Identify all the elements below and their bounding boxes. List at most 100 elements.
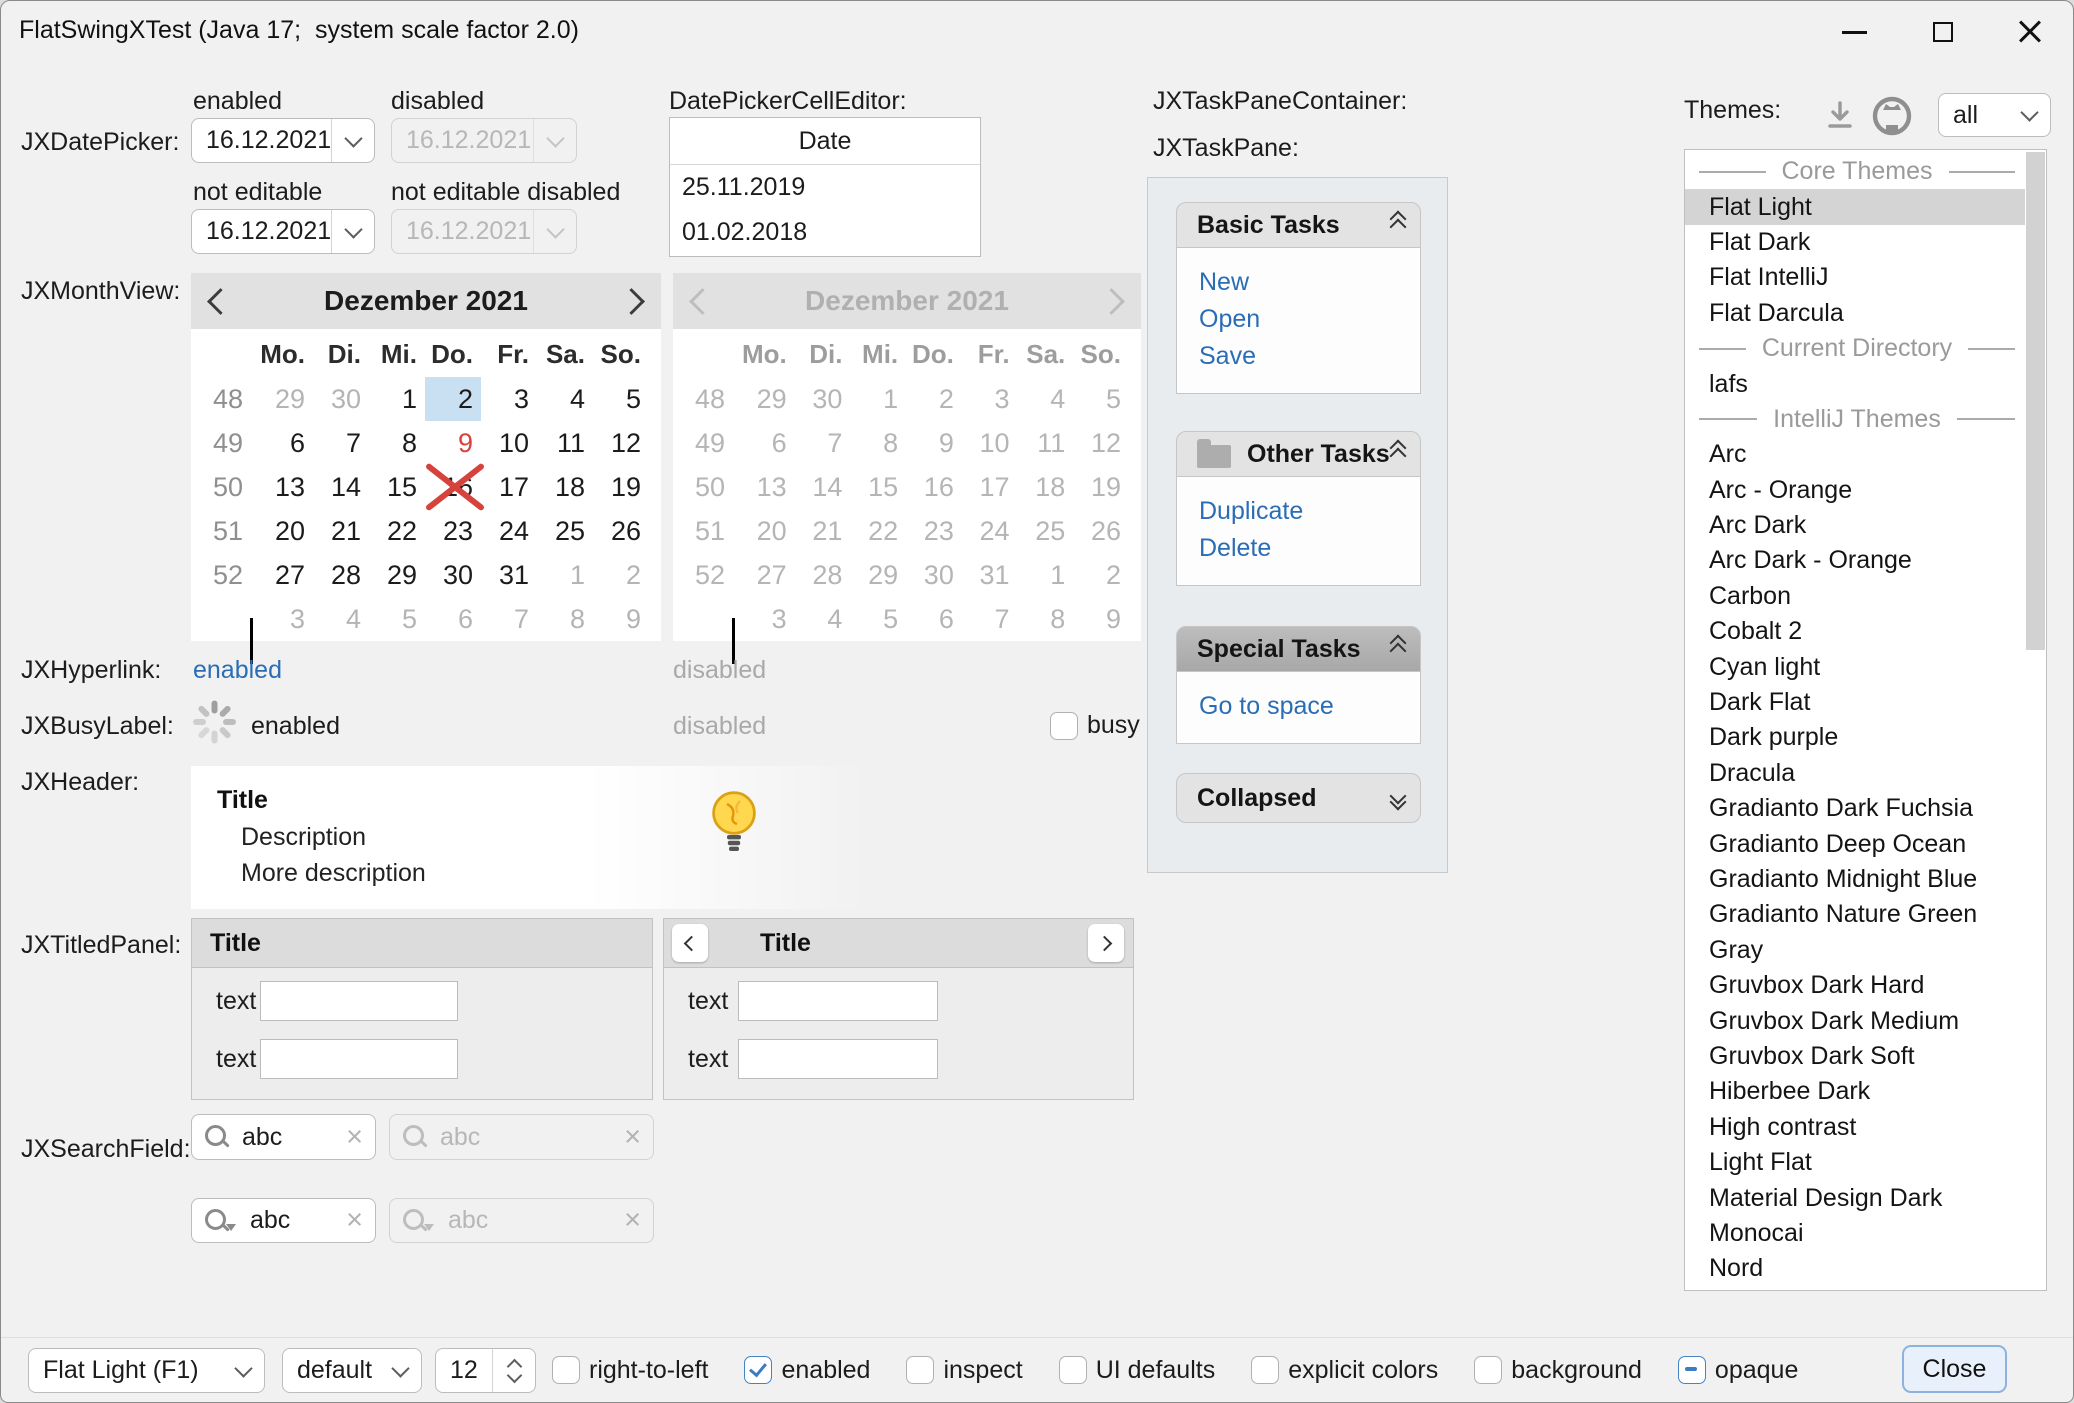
font-combo[interactable]: default <box>282 1348 422 1393</box>
checkbox-right-to-left[interactable]: right-to-left <box>552 1356 708 1385</box>
dropdown-button[interactable] <box>331 119 374 162</box>
text-input[interactable] <box>260 1039 458 1079</box>
theme-item[interactable]: Nord <box>1685 1251 2025 1286</box>
theme-item[interactable]: Gradianto Dark Fuchsia <box>1685 791 2025 826</box>
theme-item[interactable]: Arc Dark - Orange <box>1685 543 2025 578</box>
datepicker-cell-editor-table[interactable]: Date 25.11.2019 01.02.2018 <box>669 117 981 257</box>
laf-combo[interactable]: Flat Light (F1) <box>28 1348 265 1393</box>
day-cell[interactable]: 30 <box>313 377 369 421</box>
themes-filter-combo[interactable]: all <box>1938 93 2051 137</box>
search-field-menu-enabled[interactable]: abc × <box>191 1198 376 1243</box>
day-cell[interactable]: 23 <box>425 509 481 553</box>
theme-item[interactable]: Material Design Dark <box>1685 1180 2025 1215</box>
next-month-icon[interactable] <box>618 288 645 315</box>
theme-item[interactable]: Gradianto Nature Green <box>1685 897 2025 932</box>
theme-item[interactable]: Flat Dark <box>1685 225 2025 260</box>
day-cell[interactable]: 7 <box>313 421 369 465</box>
day-cell[interactable]: 27 <box>257 553 313 597</box>
checkbox-enabled[interactable]: enabled <box>744 1356 870 1385</box>
day-cell[interactable]: 29 <box>257 377 313 421</box>
task-link[interactable]: Duplicate <box>1199 493 1420 530</box>
checkbox-box[interactable] <box>1474 1356 1502 1384</box>
day-cell[interactable]: 22 <box>369 509 425 553</box>
download-icon[interactable] <box>1821 97 1859 135</box>
theme-item[interactable]: High contrast <box>1685 1110 2025 1145</box>
next-button[interactable] <box>1088 924 1124 962</box>
theme-item[interactable]: Gruvbox Dark Medium <box>1685 1003 2025 1038</box>
close-button[interactable]: Close <box>1902 1345 2007 1393</box>
checkbox-box[interactable] <box>1050 712 1078 740</box>
day-cell[interactable]: 20 <box>257 509 313 553</box>
dropdown-button[interactable] <box>331 210 374 253</box>
text-input[interactable] <box>738 1039 938 1079</box>
theme-item[interactable]: Dark purple <box>1685 720 2025 755</box>
task-link[interactable]: Go to space <box>1199 688 1420 725</box>
theme-item[interactable]: Arc Dark <box>1685 508 2025 543</box>
collapse-chevron-icon[interactable] <box>1392 792 1404 804</box>
day-cell[interactable]: 9 <box>593 597 649 641</box>
day-cell[interactable]: 28 <box>313 553 369 597</box>
day-cell[interactable]: 17 <box>481 465 537 509</box>
day-cell[interactable]: 8 <box>369 421 425 465</box>
theme-item[interactable]: Gruvbox Dark Soft <box>1685 1039 2025 1074</box>
theme-item[interactable]: lafs <box>1685 366 2025 401</box>
maximize-button[interactable] <box>1912 9 1974 55</box>
day-cell[interactable]: 1 <box>537 553 593 597</box>
theme-item[interactable]: Flat Darcula <box>1685 296 2025 331</box>
task-link[interactable]: New <box>1199 264 1420 301</box>
table-row[interactable]: 01.02.2018 <box>670 210 980 255</box>
day-cell[interactable]: 13 <box>257 465 313 509</box>
theme-item[interactable]: Light Flat <box>1685 1145 2025 1180</box>
theme-item[interactable]: Arc <box>1685 437 2025 472</box>
day-cell[interactable]: 3 <box>481 377 537 421</box>
theme-item[interactable]: Hiberbee Dark <box>1685 1074 2025 1109</box>
day-cell[interactable]: 26 <box>593 509 649 553</box>
font-size-spinner[interactable]: 12 <box>435 1348 536 1393</box>
task-group-header[interactable]: Other Tasks <box>1176 431 1421 477</box>
close-window-button[interactable] <box>1999 9 2061 55</box>
day-cell[interactable]: 11 <box>537 421 593 465</box>
theme-item[interactable]: Dracula <box>1685 756 2025 791</box>
checkbox-inspect[interactable]: inspect <box>906 1356 1022 1385</box>
theme-item[interactable]: Gruvbox Dark Hard <box>1685 968 2025 1003</box>
day-cell[interactable]: 2 <box>425 377 481 421</box>
checkbox-box[interactable] <box>906 1356 934 1384</box>
day-cell[interactable]: 16 <box>425 465 481 509</box>
spinner-buttons[interactable] <box>492 1349 535 1392</box>
task-link[interactable]: Delete <box>1199 530 1420 567</box>
hyperlink-enabled[interactable]: enabled <box>193 656 282 685</box>
datepicker-not-editable[interactable]: 16.12.2021 <box>191 209 375 254</box>
day-cell[interactable]: 5 <box>593 377 649 421</box>
day-cell[interactable]: 8 <box>537 597 593 641</box>
day-cell[interactable]: 2 <box>593 553 649 597</box>
checkbox-box[interactable] <box>552 1356 580 1384</box>
day-cell[interactable]: 21 <box>313 509 369 553</box>
busy-checkbox[interactable]: busy <box>1050 711 1140 740</box>
theme-item[interactable]: Arc - Orange <box>1685 473 2025 508</box>
theme-item[interactable]: Dark Flat <box>1685 685 2025 720</box>
clear-icon[interactable]: × <box>346 1123 363 1152</box>
github-icon[interactable] <box>1869 93 1915 139</box>
checkbox-box[interactable] <box>1678 1356 1706 1384</box>
day-cell[interactable]: 9 <box>425 421 481 465</box>
day-cell[interactable]: 19 <box>593 465 649 509</box>
day-cell[interactable]: 30 <box>425 553 481 597</box>
prev-button[interactable] <box>672 924 708 962</box>
clear-icon[interactable]: × <box>346 1206 363 1235</box>
day-cell[interactable]: 6 <box>257 421 313 465</box>
day-cell[interactable]: 6 <box>425 597 481 641</box>
previous-month-icon[interactable] <box>207 288 234 315</box>
checkbox-background[interactable]: background <box>1474 1356 1642 1385</box>
checkbox-box[interactable] <box>1059 1356 1087 1384</box>
text-input[interactable] <box>738 981 938 1021</box>
day-cell[interactable]: 4 <box>537 377 593 421</box>
task-group-header[interactable]: Basic Tasks <box>1176 202 1421 248</box>
checkbox-explicit-colors[interactable]: explicit colors <box>1251 1356 1438 1385</box>
theme-item[interactable]: Monocai <box>1685 1216 2025 1251</box>
day-cell[interactable]: 5 <box>369 597 425 641</box>
task-group-header[interactable]: Collapsed <box>1176 773 1421 823</box>
day-cell[interactable]: 29 <box>369 553 425 597</box>
theme-item[interactable]: Flat IntelliJ <box>1685 260 2025 295</box>
theme-item[interactable]: Gradianto Midnight Blue <box>1685 862 2025 897</box>
text-input[interactable] <box>260 981 458 1021</box>
